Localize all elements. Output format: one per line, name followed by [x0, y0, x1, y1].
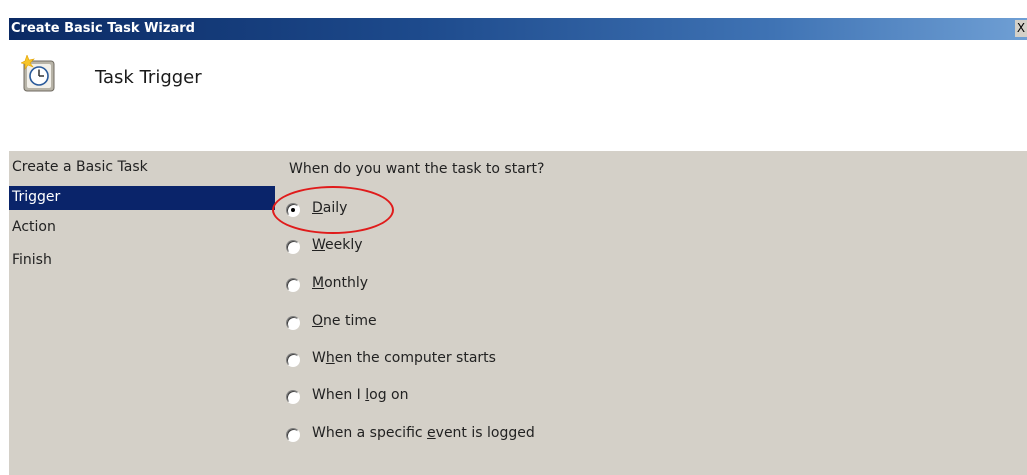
- nav-item-label: Finish: [12, 252, 52, 268]
- annotation-highlight-circle: [272, 186, 394, 234]
- page-title: Task Trigger: [95, 67, 202, 88]
- title-bar: Create Basic Task Wizard X: [9, 18, 1027, 40]
- radio-button[interactable]: [286, 278, 300, 292]
- nav-item-action[interactable]: Action: [9, 216, 275, 240]
- nav-item-label: Create a Basic Task: [12, 159, 148, 175]
- option-label: Monthly: [312, 275, 369, 291]
- wizard-header: Task Trigger: [9, 40, 1027, 151]
- nav-item-label: Trigger: [12, 189, 61, 205]
- window-title: Create Basic Task Wizard: [11, 21, 195, 36]
- option-label: One time: [312, 313, 377, 329]
- question-text: When do you want the task to start?: [289, 161, 545, 177]
- option-label: Weekly: [312, 237, 363, 253]
- nav-item-trigger[interactable]: Trigger: [9, 186, 275, 210]
- radio-button[interactable]: [286, 316, 300, 330]
- close-button[interactable]: X: [1015, 20, 1027, 37]
- nav-item-create-basic-task[interactable]: Create a Basic Task: [9, 156, 275, 180]
- radio-button[interactable]: [286, 240, 300, 254]
- radio-button[interactable]: [286, 353, 300, 367]
- option-label: When a specific event is logged: [312, 425, 535, 441]
- nav-item-label: Action: [12, 219, 56, 235]
- option-label: When I log on: [312, 387, 409, 403]
- radio-button[interactable]: [286, 428, 300, 442]
- nav-item-finish[interactable]: Finish: [9, 249, 275, 273]
- clock-icon: [21, 55, 55, 92]
- option-label: When the computer starts: [312, 350, 496, 366]
- radio-button[interactable]: [286, 390, 300, 404]
- wizard-body: Create a Basic Task Trigger Action Finis…: [9, 151, 1027, 475]
